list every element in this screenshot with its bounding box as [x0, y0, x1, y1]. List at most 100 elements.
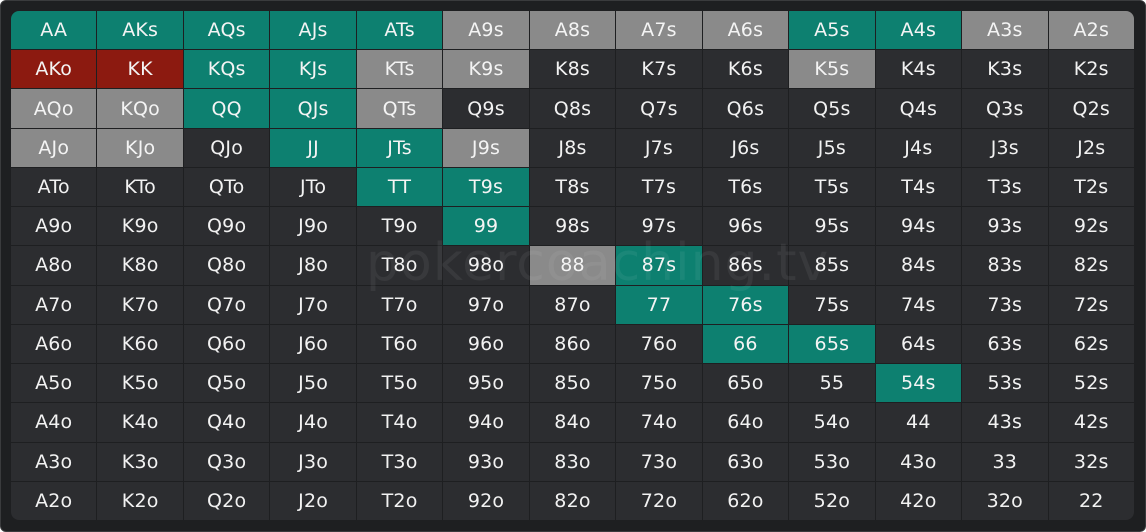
hand-cell-A4s[interactable]: A4s: [875, 11, 962, 50]
hand-cell-82o[interactable]: 82o: [529, 481, 616, 520]
hand-cell-J2s[interactable]: J2s: [1048, 128, 1134, 167]
hand-cell-J9o[interactable]: J9o: [270, 207, 356, 246]
hand-cell-KJo[interactable]: KJo: [97, 128, 183, 167]
hand-cell-T6o[interactable]: T6o: [356, 324, 443, 364]
hand-cell-T9o[interactable]: T9o: [356, 207, 443, 246]
hand-cell-97s[interactable]: 97s: [616, 207, 702, 246]
hand-cell-A7o[interactable]: A7o: [11, 285, 97, 324]
hand-cell-Q8o[interactable]: Q8o: [183, 246, 270, 285]
hand-cell-AQo[interactable]: AQo: [11, 89, 97, 128]
hand-cell-A8o[interactable]: A8o: [11, 246, 97, 285]
hand-cell-54s[interactable]: 54s: [875, 364, 962, 403]
hand-cell-T2o[interactable]: T2o: [356, 481, 443, 520]
hand-cell-Q2s[interactable]: Q2s: [1048, 89, 1134, 128]
hand-cell-QTs[interactable]: QTs: [356, 89, 443, 128]
hand-cell-KK[interactable]: KK: [97, 50, 183, 89]
hand-cell-Q3s[interactable]: Q3s: [962, 89, 1048, 128]
hand-cell-Q3o[interactable]: Q3o: [183, 442, 270, 481]
hand-cell-76s[interactable]: 76s: [702, 285, 789, 324]
hand-cell-A9o[interactable]: A9o: [11, 207, 97, 246]
hand-cell-A5o[interactable]: A5o: [11, 364, 97, 403]
hand-cell-AJo[interactable]: AJo: [11, 128, 97, 167]
hand-cell-53o[interactable]: 53o: [789, 442, 875, 481]
hand-cell-Q4s[interactable]: Q4s: [875, 89, 962, 128]
hand-cell-J7s[interactable]: J7s: [616, 128, 702, 167]
hand-cell-43s[interactable]: 43s: [962, 403, 1048, 442]
hand-cell-QJo[interactable]: QJo: [183, 128, 270, 167]
hand-cell-A9s[interactable]: A9s: [443, 11, 529, 50]
hand-cell-Q9s[interactable]: Q9s: [443, 89, 529, 128]
hand-cell-J8o[interactable]: J8o: [270, 246, 356, 285]
hand-cell-K4s[interactable]: K4s: [875, 50, 962, 89]
hand-cell-A6o[interactable]: A6o: [11, 324, 97, 364]
hand-cell-J5s[interactable]: J5s: [789, 128, 875, 167]
hand-cell-K5o[interactable]: K5o: [97, 364, 183, 403]
hand-cell-J6o[interactable]: J6o: [270, 324, 356, 364]
hand-cell-Q4o[interactable]: Q4o: [183, 403, 270, 442]
hand-cell-A3s[interactable]: A3s: [962, 11, 1048, 50]
hand-cell-ATo[interactable]: ATo: [11, 167, 97, 207]
hand-cell-98s[interactable]: 98s: [529, 207, 616, 246]
hand-cell-K6s[interactable]: K6s: [702, 50, 789, 89]
hand-cell-K9s[interactable]: K9s: [443, 50, 529, 89]
hand-cell-74s[interactable]: 74s: [875, 285, 962, 324]
hand-cell-K3o[interactable]: K3o: [97, 442, 183, 481]
hand-cell-TT[interactable]: TT: [356, 167, 443, 207]
hand-cell-53s[interactable]: 53s: [962, 364, 1048, 403]
hand-cell-94s[interactable]: 94s: [875, 207, 962, 246]
hand-cell-AJs[interactable]: AJs: [270, 11, 356, 50]
hand-cell-62o[interactable]: 62o: [702, 481, 789, 520]
hand-cell-T7o[interactable]: T7o: [356, 285, 443, 324]
hand-cell-75o[interactable]: 75o: [616, 364, 702, 403]
hand-cell-Q5s[interactable]: Q5s: [789, 89, 875, 128]
hand-cell-ATs[interactable]: ATs: [356, 11, 443, 50]
hand-cell-K2s[interactable]: K2s: [1048, 50, 1134, 89]
hand-cell-J9s[interactable]: J9s: [443, 128, 529, 167]
hand-cell-T9s[interactable]: T9s: [443, 167, 529, 207]
hand-cell-95o[interactable]: 95o: [443, 364, 529, 403]
hand-cell-J8s[interactable]: J8s: [529, 128, 616, 167]
hand-cell-55[interactable]: 55: [789, 364, 875, 403]
hand-cell-52o[interactable]: 52o: [789, 481, 875, 520]
hand-cell-T4o[interactable]: T4o: [356, 403, 443, 442]
hand-cell-84s[interactable]: 84s: [875, 246, 962, 285]
hand-cell-AKo[interactable]: AKo: [11, 50, 97, 89]
hand-cell-A6s[interactable]: A6s: [702, 11, 789, 50]
hand-cell-T7s[interactable]: T7s: [616, 167, 702, 207]
hand-cell-73o[interactable]: 73o: [616, 442, 702, 481]
hand-cell-Q8s[interactable]: Q8s: [529, 89, 616, 128]
hand-cell-62s[interactable]: 62s: [1048, 324, 1134, 364]
hand-cell-AA[interactable]: AA: [11, 11, 97, 50]
hand-cell-T6s[interactable]: T6s: [702, 167, 789, 207]
hand-cell-KQo[interactable]: KQo: [97, 89, 183, 128]
hand-cell-87o[interactable]: 87o: [529, 285, 616, 324]
hand-cell-QJs[interactable]: QJs: [270, 89, 356, 128]
hand-cell-94o[interactable]: 94o: [443, 403, 529, 442]
hand-cell-KTs[interactable]: KTs: [356, 50, 443, 89]
hand-cell-76o[interactable]: 76o: [616, 324, 702, 364]
hand-cell-42s[interactable]: 42s: [1048, 403, 1134, 442]
hand-cell-42o[interactable]: 42o: [875, 481, 962, 520]
hand-cell-T3o[interactable]: T3o: [356, 442, 443, 481]
hand-cell-74o[interactable]: 74o: [616, 403, 702, 442]
hand-cell-QQ[interactable]: QQ: [183, 89, 270, 128]
hand-cell-Q5o[interactable]: Q5o: [183, 364, 270, 403]
hand-cell-64s[interactable]: 64s: [875, 324, 962, 364]
hand-cell-32o[interactable]: 32o: [962, 481, 1048, 520]
hand-cell-63s[interactable]: 63s: [962, 324, 1048, 364]
hand-cell-96s[interactable]: 96s: [702, 207, 789, 246]
hand-cell-Q6s[interactable]: Q6s: [702, 89, 789, 128]
hand-cell-93s[interactable]: 93s: [962, 207, 1048, 246]
hand-cell-J3s[interactable]: J3s: [962, 128, 1048, 167]
hand-cell-T3s[interactable]: T3s: [962, 167, 1048, 207]
hand-cell-72s[interactable]: 72s: [1048, 285, 1134, 324]
hand-cell-KQs[interactable]: KQs: [183, 50, 270, 89]
hand-cell-K5s[interactable]: K5s: [789, 50, 875, 89]
hand-cell-Q9o[interactable]: Q9o: [183, 207, 270, 246]
hand-cell-T5s[interactable]: T5s: [789, 167, 875, 207]
hand-cell-32s[interactable]: 32s: [1048, 442, 1134, 481]
hand-cell-JTo[interactable]: JTo: [270, 167, 356, 207]
hand-cell-JTs[interactable]: JTs: [356, 128, 443, 167]
hand-cell-44[interactable]: 44: [875, 403, 962, 442]
hand-cell-73s[interactable]: 73s: [962, 285, 1048, 324]
